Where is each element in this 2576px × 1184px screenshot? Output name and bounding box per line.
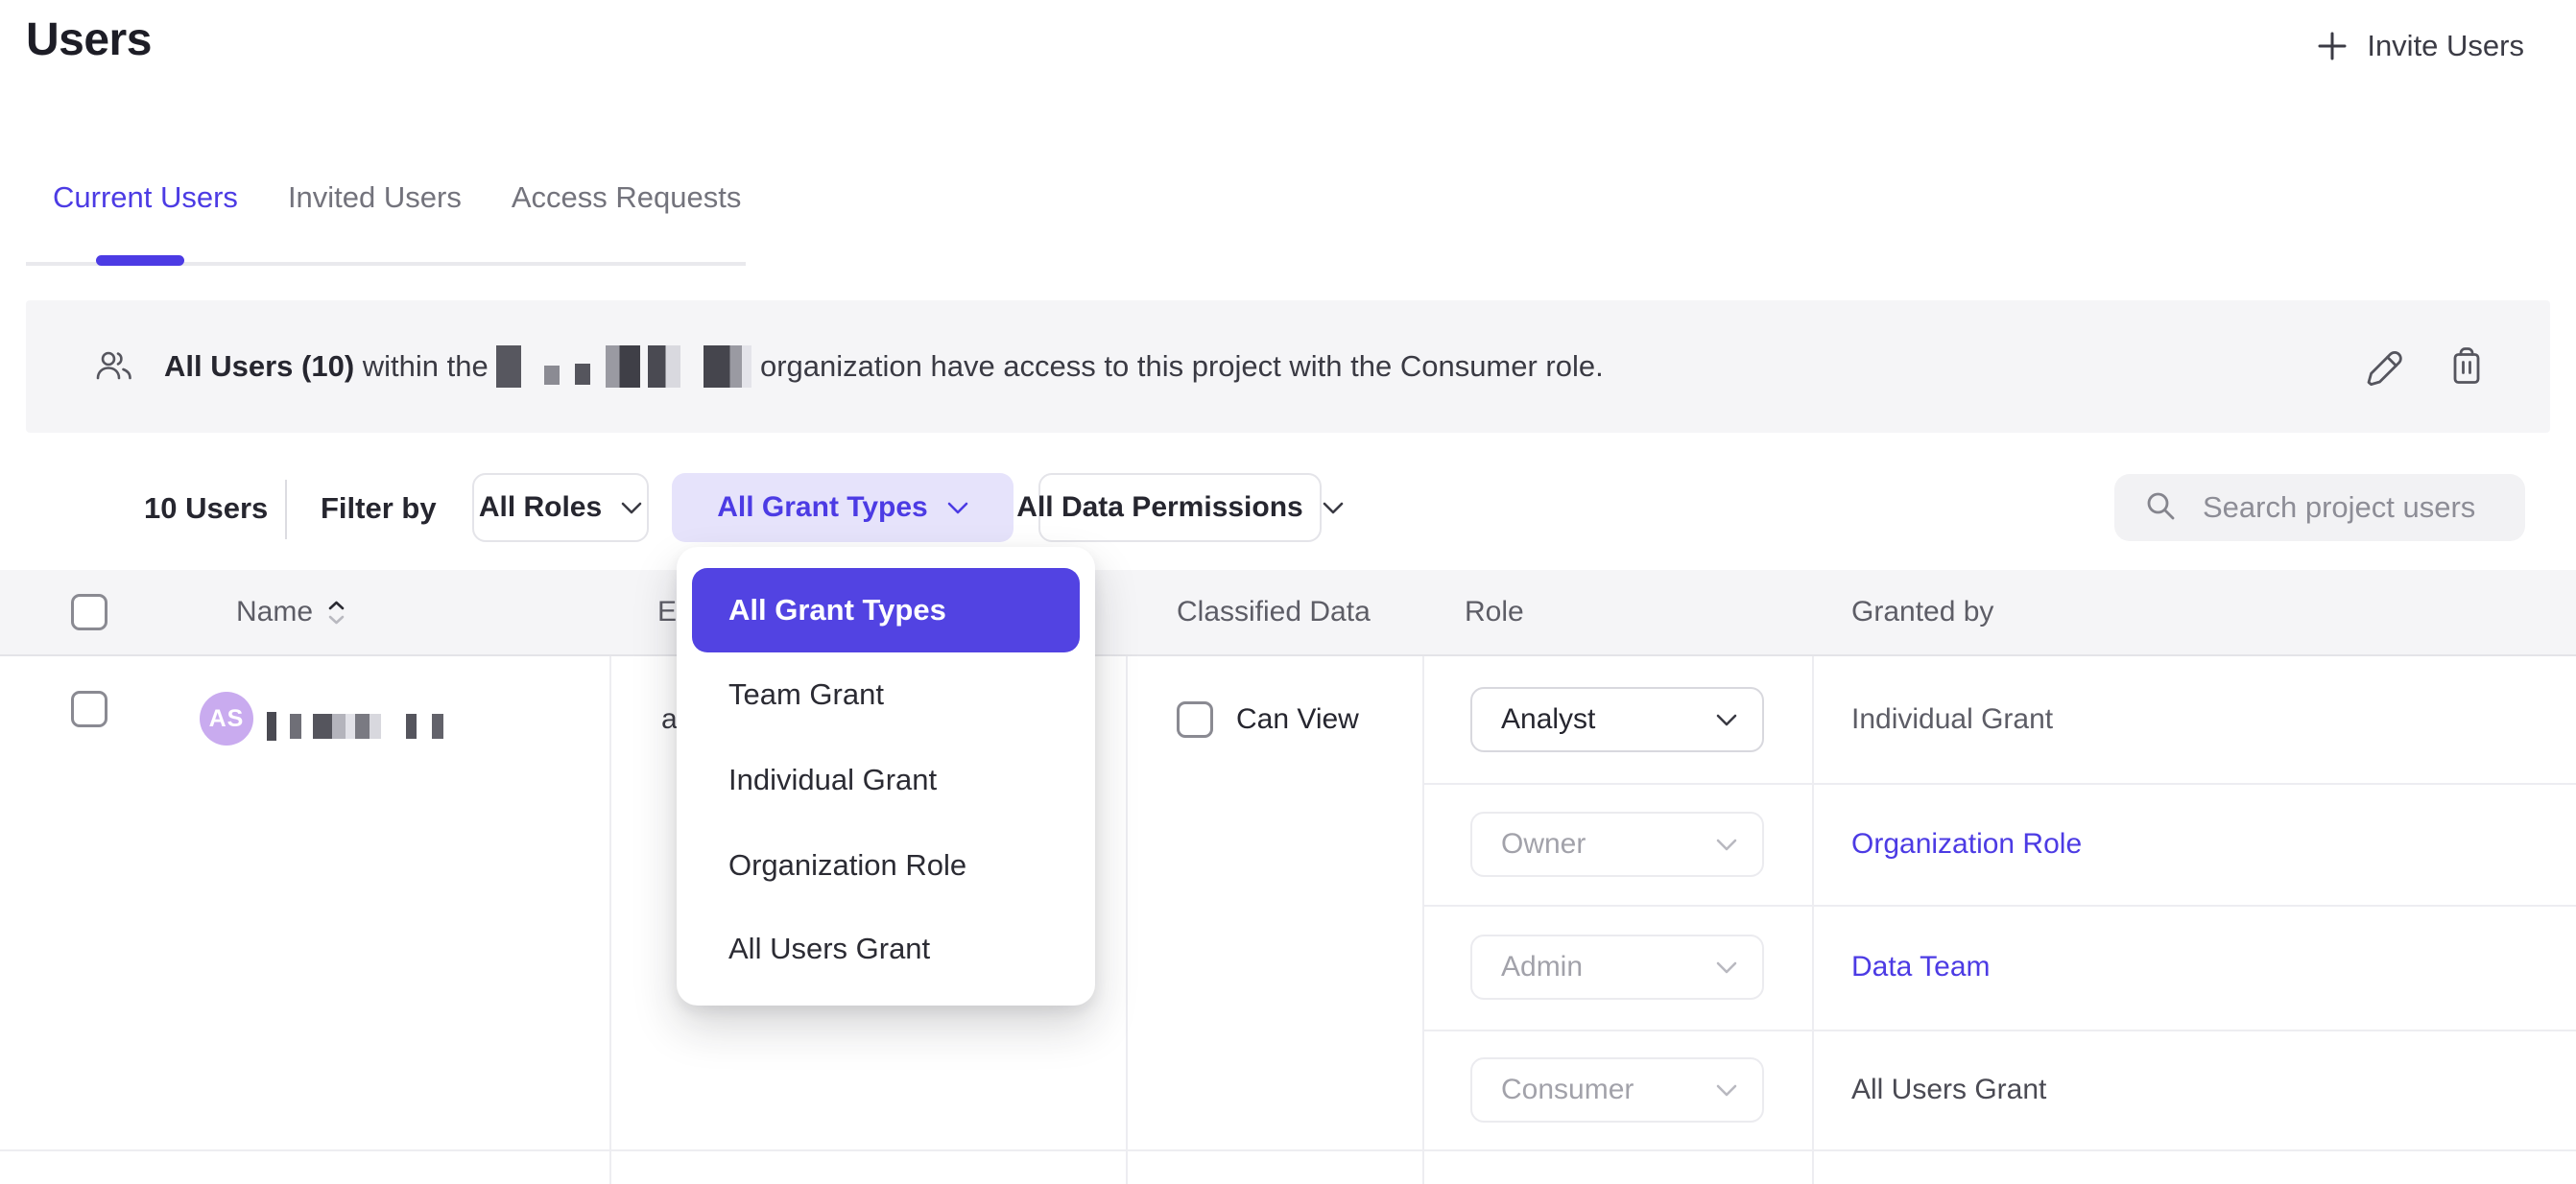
role-select-analyst[interactable]: Analyst bbox=[1470, 687, 1764, 752]
chevron-down-icon bbox=[1716, 961, 1737, 974]
column-header-role[interactable]: Role bbox=[1465, 570, 1524, 654]
row-divider bbox=[0, 1149, 2576, 1151]
granted-by-all-users-grant: All Users Grant bbox=[1851, 1057, 2046, 1123]
banner-text: All Users (10) within the organization h… bbox=[164, 345, 1604, 388]
tab-access-requests[interactable]: Access Requests bbox=[512, 180, 742, 215]
column-header-name[interactable]: Name bbox=[236, 570, 345, 654]
chevron-down-icon bbox=[1323, 502, 1344, 514]
all-roles-filter-button[interactable]: All Roles bbox=[472, 473, 649, 542]
tab-current-users[interactable]: Current Users bbox=[53, 180, 238, 215]
all-grant-types-filter-button[interactable]: All Grant Types bbox=[672, 473, 1014, 542]
chevron-down-icon bbox=[947, 502, 968, 514]
granted-by-individual-grant: Individual Grant bbox=[1851, 687, 2053, 752]
tab-invited-users[interactable]: Invited Users bbox=[288, 180, 462, 215]
menu-item-team-grant[interactable]: Team Grant bbox=[728, 674, 884, 716]
select-all-checkbox[interactable] bbox=[71, 594, 107, 630]
menu-item-all-grant-types[interactable]: All Grant Types bbox=[692, 568, 1080, 652]
delete-trash-icon[interactable] bbox=[2445, 344, 2489, 389]
edit-pencil-icon[interactable] bbox=[2362, 344, 2406, 389]
column-divider bbox=[1126, 656, 1128, 1184]
chevron-down-icon bbox=[1716, 1084, 1737, 1097]
role-select-admin: Admin bbox=[1470, 935, 1764, 1000]
menu-item-organization-role[interactable]: Organization Role bbox=[728, 844, 966, 887]
table-header: Name Email Classified Data Role Granted … bbox=[0, 570, 2576, 656]
column-divider bbox=[609, 656, 611, 1184]
active-tab-indicator bbox=[96, 255, 184, 266]
all-users-banner: All Users (10) within the organization h… bbox=[26, 300, 2550, 433]
sort-icon bbox=[328, 601, 345, 625]
users-group-icon bbox=[95, 348, 133, 385]
avatar: AS bbox=[200, 692, 253, 746]
redacted-user-name bbox=[267, 712, 443, 741]
menu-item-individual-grant[interactable]: Individual Grant bbox=[728, 759, 937, 801]
redacted-organization-name bbox=[496, 345, 751, 388]
row-divider bbox=[1422, 783, 2576, 785]
search-input[interactable] bbox=[2201, 489, 2512, 526]
filter-divider bbox=[285, 480, 287, 539]
column-header-classified-data[interactable]: Classified Data bbox=[1177, 570, 1371, 654]
invite-users-button[interactable]: Invite Users bbox=[2315, 29, 2524, 63]
row-checkbox[interactable] bbox=[71, 691, 107, 727]
tab-bar: Current Users Invited Users Access Reque… bbox=[53, 180, 741, 215]
granted-by-data-team-link[interactable]: Data Team bbox=[1851, 935, 1991, 1000]
chevron-down-icon bbox=[1716, 839, 1737, 851]
plus-icon bbox=[2315, 29, 2349, 63]
grant-types-dropdown-menu: All Grant Types Team Grant Individual Gr… bbox=[677, 547, 1095, 1006]
granted-by-organization-role-link[interactable]: Organization Role bbox=[1851, 812, 2082, 877]
users-page: Users Invite Users Current Users Invited… bbox=[0, 0, 2576, 1184]
can-view-label: Can View bbox=[1236, 703, 1359, 736]
row-divider bbox=[1422, 1030, 2576, 1031]
column-divider bbox=[1812, 656, 1814, 1184]
filter-by-label: Filter by bbox=[321, 491, 437, 526]
banner-bold-text: All Users (10) bbox=[164, 349, 354, 384]
row-divider bbox=[1422, 905, 2576, 907]
column-divider bbox=[1422, 656, 1424, 1184]
invite-users-label: Invite Users bbox=[2367, 29, 2524, 63]
menu-item-all-users-grant[interactable]: All Users Grant bbox=[728, 928, 930, 970]
classified-data-cell: Can View bbox=[1177, 656, 1359, 783]
chevron-down-icon bbox=[1716, 714, 1737, 726]
search-project-users-box bbox=[2114, 474, 2525, 541]
role-select-owner: Owner bbox=[1470, 812, 1764, 877]
can-view-checkbox[interactable] bbox=[1177, 701, 1213, 738]
chevron-down-icon bbox=[621, 502, 642, 514]
search-icon bbox=[2143, 488, 2178, 528]
page-title: Users bbox=[26, 13, 152, 66]
user-email: a bbox=[661, 656, 678, 783]
role-select-consumer: Consumer bbox=[1470, 1057, 1764, 1123]
user-count: 10 Users bbox=[144, 491, 268, 526]
all-data-permissions-filter-button[interactable]: All Data Permissions bbox=[1038, 473, 1322, 542]
column-header-granted-by[interactable]: Granted by bbox=[1851, 570, 1993, 654]
